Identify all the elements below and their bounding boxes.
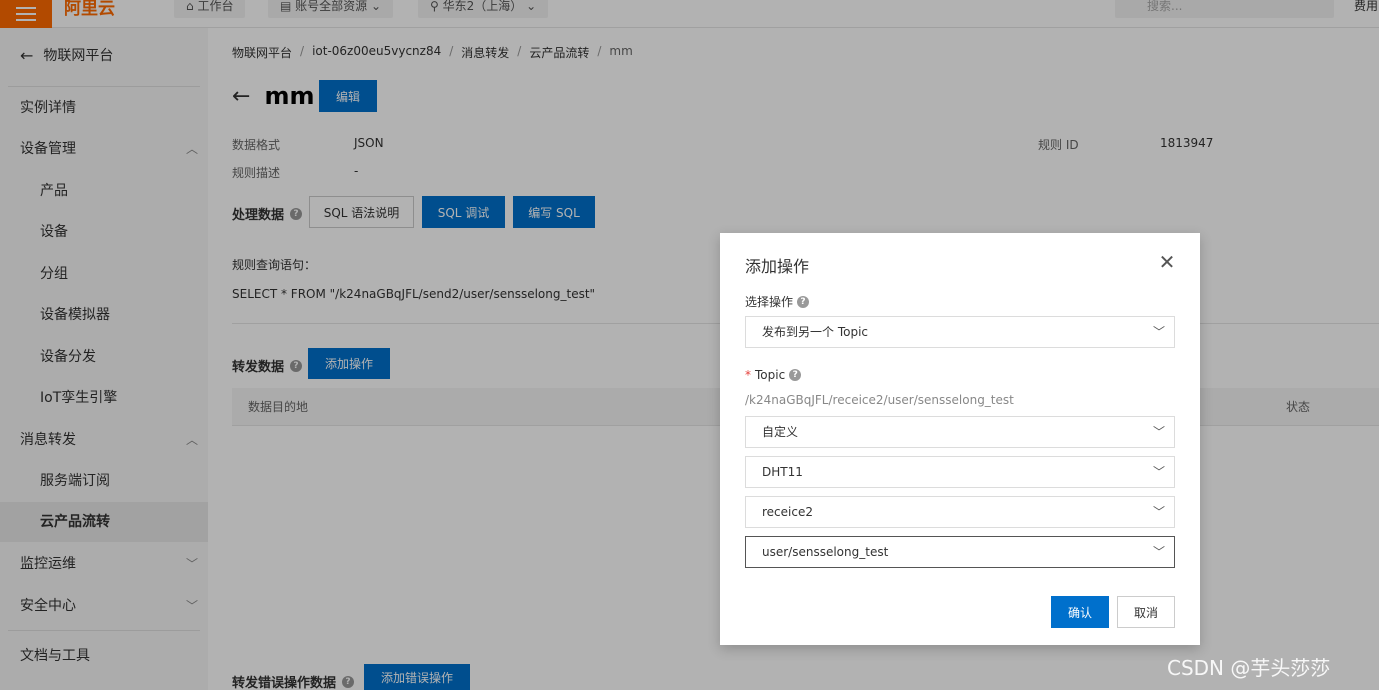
dialog-title: 添加操作	[745, 257, 810, 276]
cancel-button[interactable]: 取消	[1117, 596, 1175, 628]
help-icon[interactable]: ?	[797, 295, 810, 308]
chevron-down-icon: ﹀	[1152, 505, 1165, 519]
help-icon[interactable]: ?	[789, 369, 802, 381]
topic-suffix-select[interactable]: user/sensselong_test ﹀	[745, 536, 1175, 568]
chevron-down-icon: ﹀	[1152, 425, 1165, 439]
chevron-down-icon: ﹀	[1152, 545, 1165, 559]
confirm-button[interactable]: 确认	[1051, 596, 1109, 628]
topic-preview: /k24naGBqJFL/receice2/user/sensselong_te…	[745, 393, 1014, 407]
chevron-down-icon: ﹀	[1152, 325, 1165, 339]
close-icon[interactable]: ✕	[1157, 252, 1177, 272]
select-action-label: 选择操作?	[745, 293, 810, 310]
watermark: CSDN @芋头莎莎	[1167, 656, 1331, 680]
device-select[interactable]: receice2 ﹀	[745, 496, 1175, 528]
action-type-select[interactable]: 发布到另一个 Topic ﹀	[745, 316, 1175, 348]
product-select[interactable]: DHT11 ﹀	[745, 456, 1175, 488]
topic-type-select[interactable]: 自定义 ﹀	[745, 416, 1175, 448]
add-action-dialog: 添加操作 ✕ 选择操作? 发布到另一个 Topic ﹀ * Topic? /k24n…	[720, 233, 1200, 645]
topic-label: * Topic?	[745, 368, 802, 382]
chevron-down-icon: ﹀	[1152, 465, 1165, 479]
